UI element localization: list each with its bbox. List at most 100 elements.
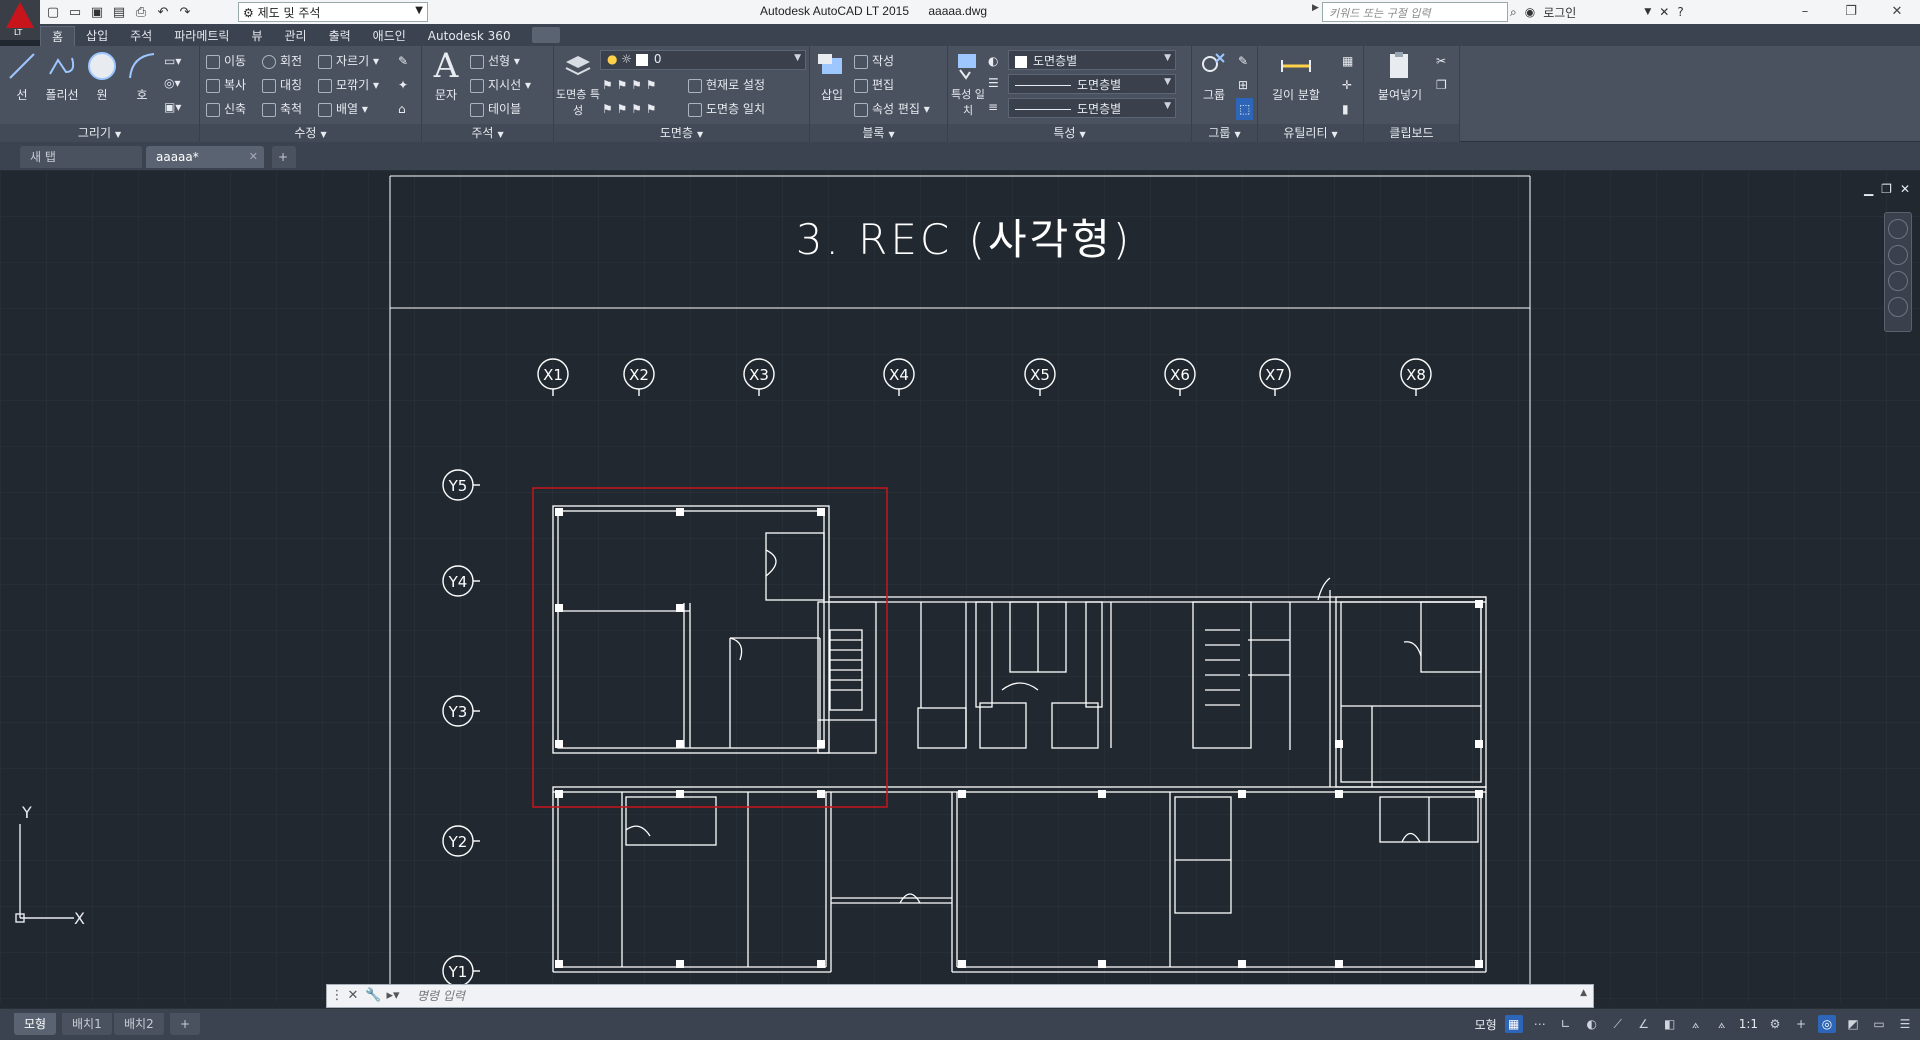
help-icon[interactable]: ?: [1677, 5, 1683, 19]
tab-insert[interactable]: 삽입: [75, 26, 119, 46]
recent-commands-icon[interactable]: ▸▾: [385, 988, 401, 1004]
exchange-icon[interactable]: ✕: [1659, 5, 1669, 19]
save-as-icon[interactable]: ▤: [110, 3, 128, 21]
selection-cycling-icon[interactable]: ◧: [1661, 1015, 1679, 1033]
command-line-grip-icon[interactable]: ⋮: [329, 988, 345, 1004]
arc-button[interactable]: 호: [122, 50, 162, 103]
match-layer-button[interactable]: 도면층 일치: [688, 98, 765, 120]
stretch-button[interactable]: 신축: [206, 98, 246, 120]
new-tab[interactable]: 새 탭: [20, 146, 142, 168]
ribbon-toggle-button[interactable]: [531, 27, 560, 43]
command-input[interactable]: [417, 987, 1567, 1005]
rotate-button[interactable]: 회전: [262, 50, 302, 72]
explode-icon[interactable]: ✦: [398, 74, 408, 96]
move-button[interactable]: 이동: [206, 50, 246, 72]
copy-clip-icon[interactable]: ❐: [1436, 74, 1447, 96]
tab-parametric[interactable]: 파라메트릭: [163, 26, 240, 46]
panel-title-utilities[interactable]: 유틸리티 ▼: [1258, 124, 1363, 142]
offset-icon[interactable]: ⌂: [398, 98, 406, 120]
workspace-gear-icon[interactable]: ⚙: [1766, 1015, 1784, 1033]
workspace-dropdown[interactable]: ⚙ 제도 및 주석 ▼: [238, 2, 428, 22]
expand-search-icon[interactable]: ▶: [1312, 3, 1322, 21]
redo-icon[interactable]: ↷: [176, 3, 194, 21]
array-button[interactable]: 배열 ▾: [318, 98, 368, 120]
lineweight-dropdown[interactable]: 도면층별 ▼: [1008, 98, 1176, 118]
panel-title-layers[interactable]: 도면층 ▼: [554, 124, 809, 142]
panel-title-groups[interactable]: 그룹 ▼: [1192, 124, 1257, 142]
tab-addins[interactable]: 애드인: [362, 26, 417, 46]
layer-properties-button[interactable]: 도면층 특성: [556, 50, 600, 118]
open-file-icon[interactable]: ▭: [66, 3, 84, 21]
customize-wrench-icon[interactable]: 🔧: [365, 988, 381, 1004]
boundary-icon[interactable]: ▣▾: [164, 96, 181, 118]
isolate-objects-icon[interactable]: ◩: [1844, 1015, 1862, 1033]
close-tab-icon[interactable]: ✕: [249, 146, 258, 168]
tab-autodesk-360[interactable]: Autodesk 360: [417, 26, 522, 46]
lineweight-toggle-icon[interactable]: ∠: [1635, 1015, 1653, 1033]
point-icon[interactable]: ✛: [1342, 74, 1352, 96]
scale-button[interactable]: 축척: [262, 98, 302, 120]
layer-tools-row-2[interactable]: ⚑ ⚑ ⚑ ⚑: [602, 98, 656, 120]
make-current-button[interactable]: 현재로 설정: [688, 74, 765, 96]
chevron-up-icon[interactable]: ▲: [1580, 988, 1587, 998]
linetype-dropdown[interactable]: 도면층별 ▼: [1008, 74, 1176, 94]
print-icon[interactable]: ⎙: [132, 3, 150, 21]
viewport-close-icon[interactable]: ✕: [1900, 182, 1910, 196]
linear-dimension-button[interactable]: 선형 ▾: [470, 50, 520, 72]
hardware-acceleration-icon[interactable]: ◎: [1818, 1015, 1836, 1033]
drawing-canvas[interactable]: 3. REC (사각형) X1 X2 X3 X4 X5 X6 X7 X8 Y5 …: [0, 170, 1920, 1002]
tab-home[interactable]: 홈: [40, 26, 76, 46]
search-input[interactable]: 키워드 또는 구절 입력: [1322, 2, 1508, 22]
ungroup-icon[interactable]: ✎: [1238, 50, 1248, 72]
polar-toggle-icon[interactable]: ◐: [1583, 1015, 1601, 1033]
chevron-down-icon[interactable]: ▼: [1644, 7, 1651, 17]
binoculars-icon[interactable]: ⌕: [1510, 5, 1517, 20]
erase-icon[interactable]: ✎: [398, 50, 408, 72]
color-wheel-icon[interactable]: ◐: [988, 50, 998, 72]
steering-wheel-icon[interactable]: [1888, 219, 1908, 239]
close-command-icon[interactable]: ✕: [345, 988, 361, 1004]
pan-icon[interactable]: [1888, 245, 1908, 265]
plus-icon[interactable]: +: [1792, 1015, 1810, 1033]
panel-title-modify[interactable]: 수정 ▼: [200, 124, 421, 142]
hatch-icon[interactable]: ◎▾: [164, 72, 181, 94]
viewport-restore-icon[interactable]: ❐: [1881, 182, 1892, 196]
zoom-icon[interactable]: [1888, 271, 1908, 291]
clean-screen-icon[interactable]: ▭: [1870, 1015, 1888, 1033]
close-button[interactable]: ✕: [1874, 0, 1920, 24]
auto-scale-icon[interactable]: ⟑: [1713, 1015, 1731, 1033]
add-layout-button[interactable]: +: [170, 1013, 201, 1035]
text-button[interactable]: A 문자: [426, 49, 466, 103]
layer-tools-row-1[interactable]: ⚑ ⚑ ⚑ ⚑: [602, 74, 656, 96]
lineweight-icon[interactable]: ≡: [988, 96, 998, 118]
edit-attributes-button[interactable]: 속성 편집 ▾: [854, 98, 930, 120]
paste-button[interactable]: 붙여넣기: [1370, 50, 1430, 103]
annotation-visibility-icon[interactable]: ⟑: [1687, 1015, 1705, 1033]
layer-dropdown[interactable]: ● ☼ 0 ▼: [600, 50, 806, 70]
layout-tab-layout2[interactable]: 배치2: [114, 1013, 164, 1035]
group-button[interactable]: 그룹: [1194, 50, 1234, 103]
orbit-icon[interactable]: [1888, 297, 1908, 317]
undo-icon[interactable]: ↶: [154, 3, 172, 21]
linetype-icon[interactable]: ☰: [988, 72, 999, 94]
circle-button[interactable]: 원: [82, 50, 122, 103]
polyline-button[interactable]: 폴리선: [42, 50, 82, 103]
osnap-toggle-icon[interactable]: ⟋: [1609, 1015, 1627, 1033]
mirror-button[interactable]: 대칭: [262, 74, 302, 96]
tab-output[interactable]: 출력: [318, 26, 362, 46]
leader-button[interactable]: 지시선 ▾: [470, 74, 531, 96]
grid-toggle-icon[interactable]: ▦: [1504, 1015, 1523, 1033]
tab-annotate[interactable]: 주석: [119, 26, 163, 46]
panel-title-draw[interactable]: 그리기 ▼: [0, 124, 199, 142]
copy-button[interactable]: 복사: [206, 74, 246, 96]
add-tab-button[interactable]: +: [272, 146, 296, 168]
id-point-icon[interactable]: ▮: [1342, 98, 1349, 120]
layout-tab-model[interactable]: 모형: [14, 1013, 57, 1035]
quick-calc-icon[interactable]: ▦: [1342, 50, 1353, 72]
create-block-button[interactable]: 작성: [854, 50, 894, 72]
panel-title-properties[interactable]: 특성 ▼: [948, 124, 1191, 142]
line-button[interactable]: 선: [2, 50, 42, 103]
application-menu-button[interactable]: LT: [0, 0, 40, 40]
save-icon[interactable]: ▣: [88, 3, 106, 21]
tab-view[interactable]: 뷰: [240, 26, 273, 46]
